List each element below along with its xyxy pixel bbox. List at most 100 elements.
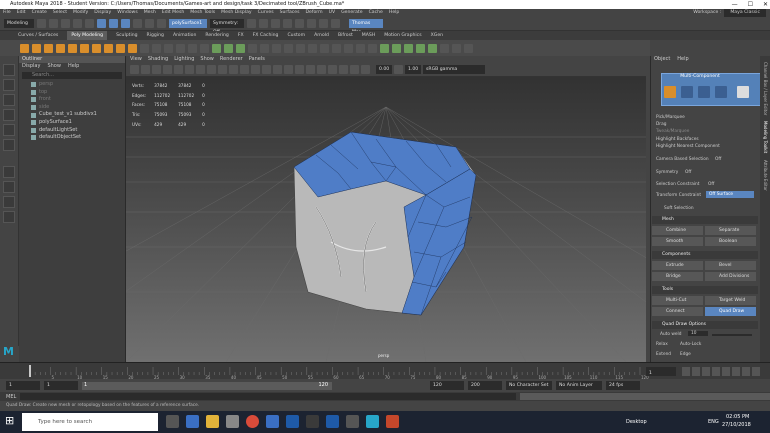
select-component-icon[interactable]: [121, 19, 130, 28]
symmetry-dropdown-toolkit[interactable]: Off: [685, 170, 691, 175]
smooth-icon[interactable]: [212, 43, 221, 53]
select-hierarchy-icon[interactable]: [97, 19, 106, 28]
outliner-item-cube[interactable]: Cube_test_v1 subdivx1: [19, 111, 125, 119]
desktop-toolbar-label[interactable]: Desktop: [626, 419, 647, 425]
poly-disc-icon[interactable]: [92, 43, 101, 53]
menu-generate[interactable]: Generate: [341, 9, 362, 17]
shelf-tab-rigging[interactable]: Rigging: [147, 31, 164, 40]
shelf-tab-curves-surfaces[interactable]: Curves / Surfaces: [18, 31, 58, 40]
auto-weld-field[interactable]: 10: [688, 331, 708, 336]
color-space-dropdown[interactable]: sRGB gamma: [423, 65, 485, 74]
face-mode-icon[interactable]: [715, 86, 727, 98]
tools-section-header[interactable]: Tools: [652, 286, 758, 294]
outliner-item-light-set[interactable]: defaultLightSet: [19, 127, 125, 135]
menu-windows[interactable]: Windows: [117, 9, 138, 17]
input-line-icon[interactable]: [331, 19, 340, 28]
paint-select-tool-icon[interactable]: [3, 94, 15, 106]
shelf-tab-poly-modeling[interactable]: Poly Modeling: [67, 31, 108, 40]
menu-cache[interactable]: Cache: [369, 9, 383, 17]
time-slider[interactable]: 5 10 15 20 25 30 35 40 45 50 55 60 65 70 75 80 85 90 95 100…: [0, 362, 770, 380]
auto-weld-slider[interactable]: [712, 334, 752, 336]
scale-tool-icon[interactable]: [3, 139, 15, 151]
side-tab-modeling-toolkit[interactable]: Modeling Toolkit: [760, 115, 770, 153]
outliner-item-top[interactable]: top: [19, 89, 125, 97]
pick-marquee-option[interactable]: Pick/Marquee: [656, 115, 685, 120]
poly-cone-icon[interactable]: [56, 43, 65, 53]
select-camera-icon[interactable]: [130, 65, 139, 74]
ambient-occlusion-icon[interactable]: [306, 65, 315, 74]
maya-taskbar-icon[interactable]: [366, 415, 379, 428]
menu-uv[interactable]: UV: [329, 9, 336, 17]
anti-aliasing-icon[interactable]: [328, 65, 337, 74]
range-bar[interactable]: 1 120: [82, 381, 332, 390]
toolkit-menu-help[interactable]: Help: [677, 56, 688, 63]
menu-edit-mesh[interactable]: Edit Mesh: [162, 9, 184, 17]
uv-mode-icon[interactable]: [737, 86, 749, 98]
snap-grid-icon[interactable]: [133, 19, 142, 28]
transform-constraint-dropdown[interactable]: Off Surface: [706, 191, 754, 198]
undo-icon[interactable]: [73, 19, 82, 28]
render-view-icon[interactable]: [295, 19, 304, 28]
menu-modify[interactable]: Modify: [73, 9, 88, 17]
menu-display[interactable]: Display: [94, 9, 111, 17]
viewport-menu-renderer[interactable]: Renderer: [220, 56, 243, 63]
current-frame-marker[interactable]: [29, 365, 31, 377]
poly-torus-icon[interactable]: [68, 43, 77, 53]
unfold-icon[interactable]: [416, 43, 425, 53]
ipr-render-icon[interactable]: [259, 19, 268, 28]
powerpoint-icon[interactable]: [386, 415, 399, 428]
target-weld-button[interactable]: Target Weld: [705, 296, 756, 305]
highlight-backfaces-checkbox[interactable]: Highlight Backfaces: [656, 137, 699, 142]
viewport-menu-panels[interactable]: Panels: [249, 56, 265, 63]
boolean-difference-icon[interactable]: [188, 43, 197, 53]
app-icon-blue[interactable]: [266, 415, 279, 428]
xray-icon[interactable]: [361, 65, 370, 74]
snap-live-icon[interactable]: [307, 19, 316, 28]
app-icon-grey[interactable]: [346, 415, 359, 428]
workspace-dropdown[interactable]: Maya Classic: [724, 9, 766, 17]
field-chart-icon[interactable]: [218, 65, 227, 74]
poly-sphere-icon[interactable]: [20, 43, 29, 53]
step-back-key-icon[interactable]: [692, 367, 700, 376]
shelf-tab-rendering[interactable]: Rendering: [205, 31, 228, 40]
menu-mesh-tools[interactable]: Mesh Tools: [190, 9, 215, 17]
tweak-marquee-option[interactable]: Tweak/Marquee: [656, 129, 689, 134]
grid-icon[interactable]: [174, 65, 183, 74]
menu-mesh[interactable]: Mesh: [144, 9, 156, 17]
start-time-field[interactable]: 1: [6, 381, 40, 390]
extrude-icon[interactable]: [248, 43, 257, 53]
cube-mesh[interactable]: [293, 131, 477, 316]
relax-dropdown[interactable]: Auto-Lock: [680, 342, 701, 347]
shelf-tab-sculpting[interactable]: Sculpting: [116, 31, 137, 40]
poly-svg-icon[interactable]: [128, 43, 137, 53]
delete-edge-icon[interactable]: [368, 43, 377, 53]
mesh-section-header[interactable]: Mesh: [652, 216, 758, 224]
character-set-dropdown[interactable]: No Character Set: [506, 381, 552, 390]
combine-icon[interactable]: [140, 43, 149, 53]
lasso-tool-icon[interactable]: [3, 79, 15, 91]
shelf-tab-arnold[interactable]: Arnold: [314, 31, 329, 40]
outliner-item-persp[interactable]: persp: [19, 81, 125, 89]
maximize-button[interactable]: ☐: [748, 0, 753, 9]
four-view-icon[interactable]: [3, 181, 15, 193]
insert-edge-loop-icon[interactable]: [320, 43, 329, 53]
playback-end-field[interactable]: 120: [430, 381, 464, 390]
toolkit-menu-object[interactable]: Object: [654, 56, 670, 63]
outliner-item-object-set[interactable]: defaultObjectSet: [19, 134, 125, 142]
fps-dropdown[interactable]: 24 fps: [606, 381, 640, 390]
anim-layer-dropdown[interactable]: No Anim Layer: [556, 381, 602, 390]
connect-button[interactable]: Connect: [652, 307, 703, 316]
edge-icon[interactable]: [186, 415, 199, 428]
mirror-icon[interactable]: [236, 43, 245, 53]
construction-history-icon[interactable]: [319, 19, 328, 28]
store-icon[interactable]: [226, 415, 239, 428]
shelf-tab-animation[interactable]: Animation: [173, 31, 196, 40]
outliner-menu-help[interactable]: Help: [68, 63, 79, 70]
menu-file[interactable]: File: [3, 9, 11, 17]
step-forward-key-icon[interactable]: [742, 367, 750, 376]
rotate-tool-icon[interactable]: [3, 124, 15, 136]
step-back-frame-icon[interactable]: [702, 367, 710, 376]
target-weld-icon[interactable]: [344, 43, 353, 53]
extend-dropdown[interactable]: Edge: [680, 352, 691, 357]
single-view-icon[interactable]: [3, 166, 15, 178]
